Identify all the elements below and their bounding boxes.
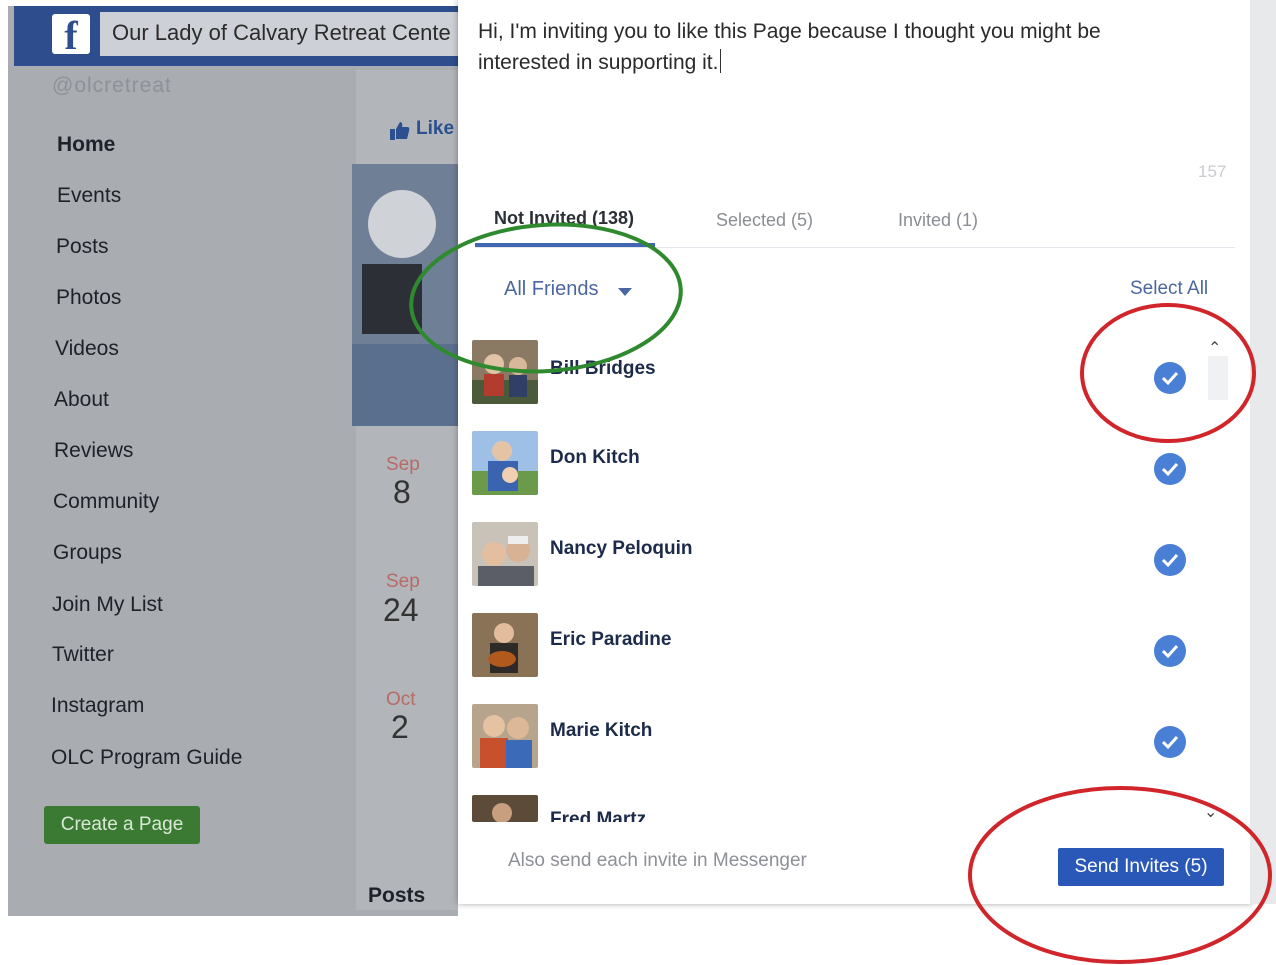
nav-groups[interactable]: Groups xyxy=(53,541,122,565)
list-scrollbar[interactable] xyxy=(1208,356,1228,400)
friend-row[interactable]: Bill Bridges xyxy=(470,340,1230,412)
selected-check-icon[interactable] xyxy=(1154,453,1186,485)
nav-about[interactable]: About xyxy=(54,388,109,412)
select-all-link[interactable]: Select All xyxy=(1130,278,1208,300)
send-invites-button[interactable]: Send Invites (5) xyxy=(1058,848,1224,886)
friend-avatar xyxy=(472,340,538,404)
character-count: 157 xyxy=(1198,162,1227,181)
friend-name: Bill Bridges xyxy=(550,358,656,379)
facebook-logo-icon[interactable]: f xyxy=(52,14,90,58)
nav-instagram[interactable]: Instagram xyxy=(51,694,144,718)
tab-divider xyxy=(475,247,1235,248)
nav-twitter[interactable]: Twitter xyxy=(52,643,114,667)
selected-check-icon[interactable] xyxy=(1154,726,1186,758)
friend-name: Marie Kitch xyxy=(550,720,653,741)
friend-row[interactable]: Don Kitch xyxy=(470,431,1230,503)
text-cursor xyxy=(720,49,722,73)
invite-message-textarea[interactable]: Hi, I'm inviting you to like this Page b… xyxy=(478,16,1178,78)
selected-check-icon[interactable] xyxy=(1154,544,1186,576)
friend-avatar xyxy=(472,704,538,768)
thumbs-up-icon xyxy=(390,122,410,140)
friend-avatar xyxy=(472,613,538,677)
friend-row[interactable]: Marie Kitch xyxy=(470,704,1230,776)
friend-name: Don Kitch xyxy=(550,447,640,468)
nav-events[interactable]: Events xyxy=(57,184,121,208)
friend-avatar xyxy=(472,795,538,822)
nav-videos[interactable]: Videos xyxy=(55,337,119,361)
selected-check-icon[interactable] xyxy=(1154,362,1186,394)
friend-name: Eric Paradine xyxy=(550,629,672,650)
messenger-option[interactable]: Also send each invite in Messenger xyxy=(508,850,807,872)
invite-message-text: Hi, I'm inviting you to like this Page b… xyxy=(478,20,1101,74)
event-month: Sep xyxy=(386,454,420,475)
tab-invited[interactable]: Invited (1) xyxy=(898,210,978,231)
selected-check-icon[interactable] xyxy=(1154,635,1186,667)
tab-selected[interactable]: Selected (5) xyxy=(716,210,813,231)
friend-avatar xyxy=(472,431,538,495)
chevron-up-icon[interactable]: ⌃ xyxy=(1208,338,1221,358)
background-page-edge xyxy=(1250,0,1276,904)
friends-filter-dropdown[interactable]: All Friends xyxy=(504,278,598,301)
friend-row[interactable]: Fred Martz xyxy=(470,795,1230,822)
cover-photo xyxy=(352,164,458,426)
event-month: Oct xyxy=(386,689,416,710)
friend-row[interactable]: Eric Paradine xyxy=(470,613,1230,685)
chevron-down-icon[interactable]: ⌄ xyxy=(1204,802,1217,822)
event-month: Sep xyxy=(386,571,420,592)
like-button[interactable]: Like xyxy=(416,118,454,140)
posts-heading: Posts xyxy=(368,884,426,907)
nav-olc-program-guide[interactable]: OLC Program Guide xyxy=(51,746,242,770)
nav-home[interactable]: Home xyxy=(57,133,115,157)
chevron-down-icon[interactable] xyxy=(618,288,632,296)
nav-reviews[interactable]: Reviews xyxy=(54,439,133,463)
create-page-button[interactable]: Create a Page xyxy=(44,806,200,844)
nav-join-my-list[interactable]: Join My List xyxy=(52,593,163,617)
tab-not-invited[interactable]: Not Invited (138) xyxy=(494,208,634,229)
friend-row[interactable]: Nancy Peloquin xyxy=(470,522,1230,594)
friend-avatar xyxy=(472,522,538,586)
friend-name: Fred Martz xyxy=(550,809,647,822)
event-day: 8 xyxy=(393,474,411,510)
nav-community[interactable]: Community xyxy=(53,490,159,514)
nav-posts[interactable]: Posts xyxy=(56,235,109,259)
friend-name: Nancy Peloquin xyxy=(550,538,693,559)
event-day: 2 xyxy=(391,709,409,745)
event-day: 24 xyxy=(383,592,419,628)
nav-photos[interactable]: Photos xyxy=(56,286,121,310)
page-title: Our Lady of Calvary Retreat Cente xyxy=(112,20,451,45)
page-handle[interactable]: @olcretreat xyxy=(52,74,172,98)
